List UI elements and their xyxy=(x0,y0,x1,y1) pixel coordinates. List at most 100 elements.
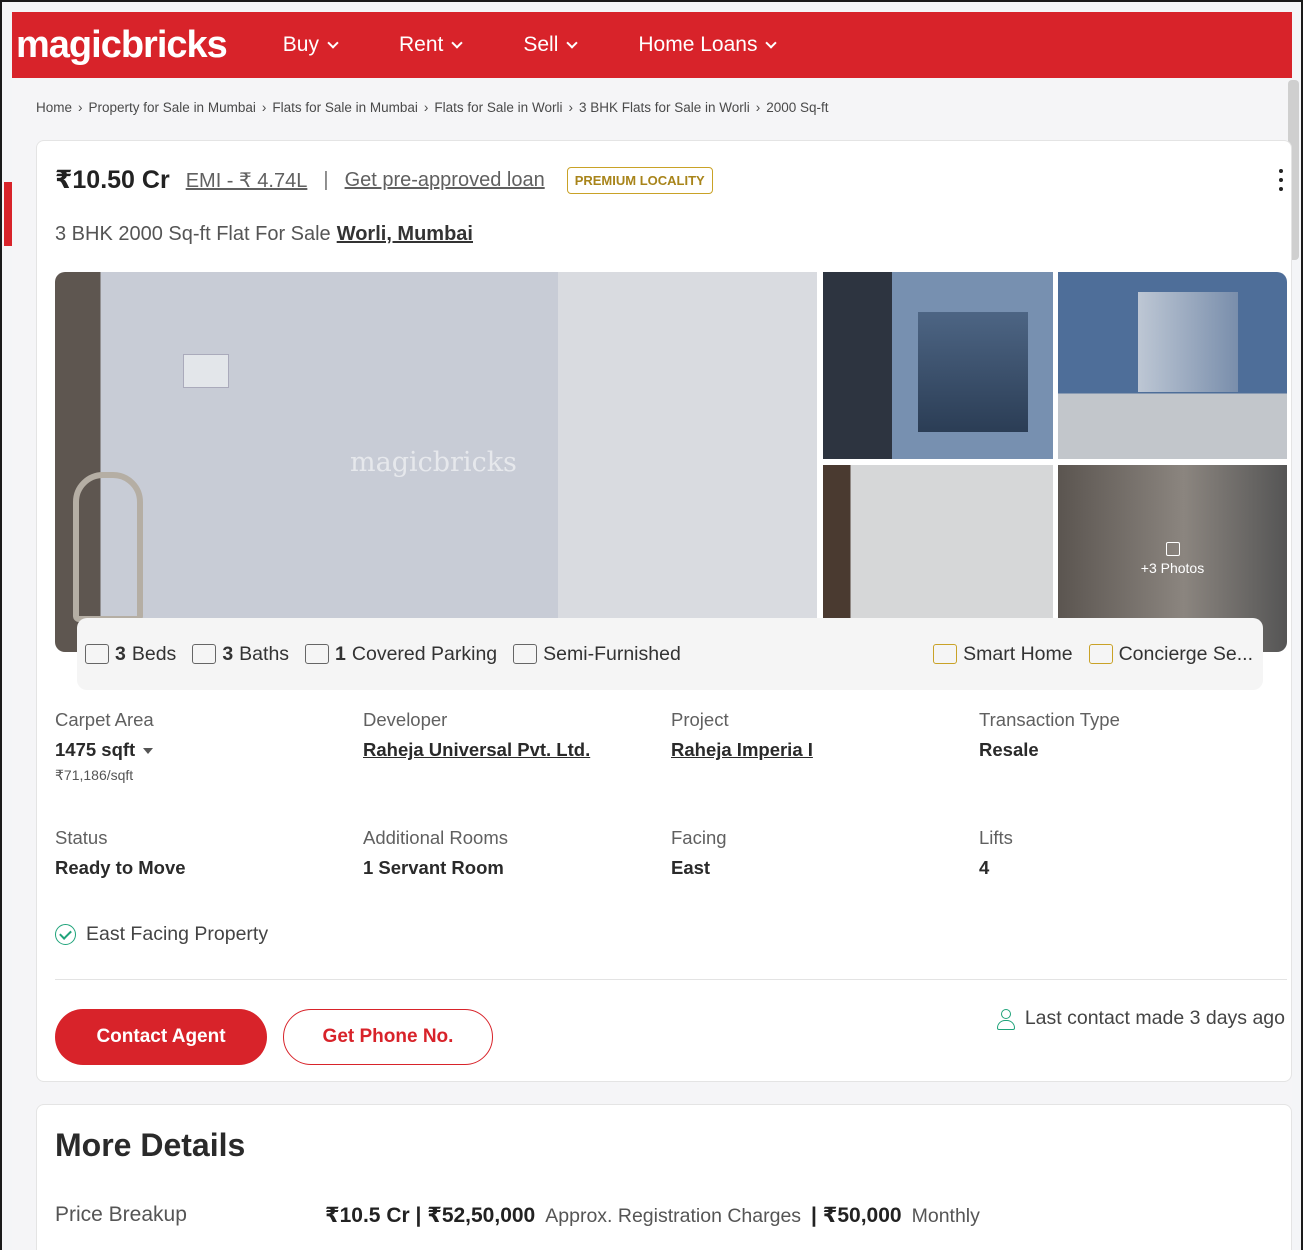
more-details-card: More Details Price Breakup ₹10.5 Cr | ₹5… xyxy=(36,1104,1292,1250)
breadcrumb-3bhk-worli[interactable]: 3 BHK Flats for Sale in Worli xyxy=(579,100,750,115)
check-circle-icon xyxy=(55,924,76,945)
spec-label: Facing xyxy=(671,827,727,848)
nav-home-loans[interactable]: Home Loans xyxy=(638,33,778,57)
chevron-down-icon xyxy=(327,37,339,49)
spec-lifts: Lifts 4 xyxy=(979,827,1279,879)
nav-home-loans-label: Home Loans xyxy=(638,33,758,56)
breadcrumb-separator: › xyxy=(568,100,573,115)
amenity-smart-home: Smart Home xyxy=(933,642,1073,666)
spec-label: Transaction Type xyxy=(979,709,1120,730)
divider xyxy=(55,979,1287,980)
smart-home-label: Smart Home xyxy=(963,642,1073,665)
price-breakup-value: ₹10.5 Cr | ₹52,50,000 Approx. Registrati… xyxy=(325,1203,980,1228)
furniture-icon xyxy=(513,644,538,664)
parking-count: 1 xyxy=(335,642,346,665)
spec-label: Additional Rooms xyxy=(363,827,508,848)
get-phone-button[interactable]: Get Phone No. xyxy=(283,1009,493,1065)
spec-label: Carpet Area xyxy=(55,709,154,730)
price-per-sqft: ₹71,186/sqft xyxy=(55,767,134,783)
chevron-down-icon xyxy=(566,37,579,49)
thumbnail-photo-2[interactable] xyxy=(1058,272,1287,459)
registration-charges-label: Approx. Registration Charges xyxy=(545,1205,802,1227)
carpet-area-value[interactable]: 1475 sqft xyxy=(55,739,355,761)
price-row: ₹10.50 Cr EMI - ₹ 4.74L | Get pre-approv… xyxy=(55,165,713,195)
highlight-text: East Facing Property xyxy=(86,923,269,945)
photo-gallery: magicbricks +3 Photos xyxy=(55,272,1287,652)
amenity-furnishing: Semi-Furnished xyxy=(513,643,681,666)
beds-label: Beds xyxy=(131,642,177,665)
nav-buy[interactable]: Buy xyxy=(283,33,339,57)
breadcrumb: Home › Property for Sale in Mumbai › Flats… xyxy=(36,100,829,115)
nav-rent[interactable]: Rent xyxy=(398,33,464,57)
price-breakup-label: Price Breakup xyxy=(55,1203,187,1226)
breadcrumb-separator: › xyxy=(78,100,83,115)
more-options-icon[interactable] xyxy=(1279,169,1285,191)
furnishing-label: Semi-Furnished xyxy=(543,642,681,665)
emi-link[interactable]: EMI - ₹ 4.74L xyxy=(186,168,308,193)
monthly-amount: | ₹50,000 xyxy=(811,1204,902,1227)
last-contact-text: Last contact made 3 days ago xyxy=(1024,1007,1285,1029)
photo-watermark: magicbricks xyxy=(350,447,517,478)
chevron-down-icon xyxy=(765,37,778,49)
chevron-down-icon xyxy=(451,37,464,49)
nav-rent-label: Rent xyxy=(398,33,444,56)
spec-facing: Facing East xyxy=(671,827,971,879)
car-icon xyxy=(305,644,330,664)
thumbnail-photo-1[interactable] xyxy=(823,272,1053,459)
listing-title-text: 3 BHK 2000 Sq-ft Flat For Sale xyxy=(55,223,331,245)
user-icon xyxy=(996,1008,1015,1030)
concierge-label: Concierge Se... xyxy=(1118,642,1253,665)
pre-approved-loan-link[interactable]: Get pre-approved loan xyxy=(345,169,545,192)
spec-label: Status xyxy=(55,827,108,848)
status-value: Ready to Move xyxy=(55,857,186,878)
spec-label: Lifts xyxy=(979,827,1013,848)
project-link[interactable]: Raheja Imperia I xyxy=(671,739,971,761)
premium-locality-badge: PREMIUM LOCALITY xyxy=(566,166,713,194)
nav-sell-label: Sell xyxy=(523,33,559,56)
breadcrumb-flats-mumbai[interactable]: Flats for Sale in Mumbai xyxy=(272,100,418,115)
amenity-beds: 3 Beds xyxy=(85,643,176,666)
spec-status: Status Ready to Move xyxy=(55,827,355,879)
listing-card: ₹10.50 Cr EMI - ₹ 4.74L | Get pre-approv… xyxy=(36,140,1292,1082)
magicbricks-logo[interactable]: magicbricks xyxy=(16,24,228,67)
spec-project: Project Raheja Imperia I xyxy=(671,709,971,761)
transaction-value: Resale xyxy=(979,739,1039,760)
beds-count: 3 xyxy=(115,642,126,665)
listing-price: ₹10.50 Cr xyxy=(55,166,170,194)
breadcrumb-home[interactable]: Home xyxy=(36,100,72,115)
baths-count: 3 xyxy=(222,642,234,665)
amenity-concierge: Concierge Se... xyxy=(1088,642,1253,666)
facing-value: East xyxy=(671,857,711,878)
top-navbar: magicbricks Buy Rent Sell Home Loans xyxy=(12,12,1292,78)
concierge-bell-icon xyxy=(1088,644,1113,664)
photo-chair-shape xyxy=(73,472,143,622)
carpet-area-text: 1475 sqft xyxy=(55,739,136,760)
lifts-value: 4 xyxy=(979,857,990,878)
breadcrumb-flats-worli[interactable]: Flats for Sale in Worli xyxy=(434,100,562,115)
price-breakup-amount: ₹10.5 Cr | ₹52,50,000 xyxy=(325,1204,536,1227)
spec-transaction-type: Transaction Type Resale xyxy=(979,709,1279,761)
nav-sell[interactable]: Sell xyxy=(523,33,579,57)
contact-agent-button[interactable]: Contact Agent xyxy=(55,1009,267,1065)
caret-down-icon xyxy=(143,748,154,755)
breadcrumb-property-mumbai[interactable]: Property for Sale in Mumbai xyxy=(89,100,256,115)
more-details-title: More Details xyxy=(55,1127,246,1163)
east-facing-highlight: East Facing Property xyxy=(55,923,268,946)
bathtub-icon xyxy=(192,644,217,664)
spec-additional-rooms: Additional Rooms 1 Servant Room xyxy=(363,827,663,879)
last-contact-info: Last contact made 3 days ago xyxy=(996,1007,1285,1030)
location-link[interactable]: Worli, Mumbai xyxy=(337,223,473,245)
left-edge-strip xyxy=(4,182,12,246)
monthly-label: Monthly xyxy=(911,1205,980,1227)
smart-home-icon xyxy=(933,644,958,664)
browser-frame: magicbricks Buy Rent Sell Home Loans Hom… xyxy=(0,0,1303,1250)
additional-rooms-value: 1 Servant Room xyxy=(363,857,504,878)
spec-label: Developer xyxy=(363,709,448,730)
bed-icon xyxy=(85,644,109,664)
developer-link[interactable]: Raheja Universal Pvt. Ltd. xyxy=(363,739,663,761)
main-photo[interactable]: magicbricks xyxy=(55,272,817,652)
amenity-baths: 3 Baths xyxy=(192,643,289,666)
price-separator: | xyxy=(323,168,329,191)
parking-label: Covered Parking xyxy=(351,642,498,665)
breadcrumb-separator: › xyxy=(261,100,267,115)
